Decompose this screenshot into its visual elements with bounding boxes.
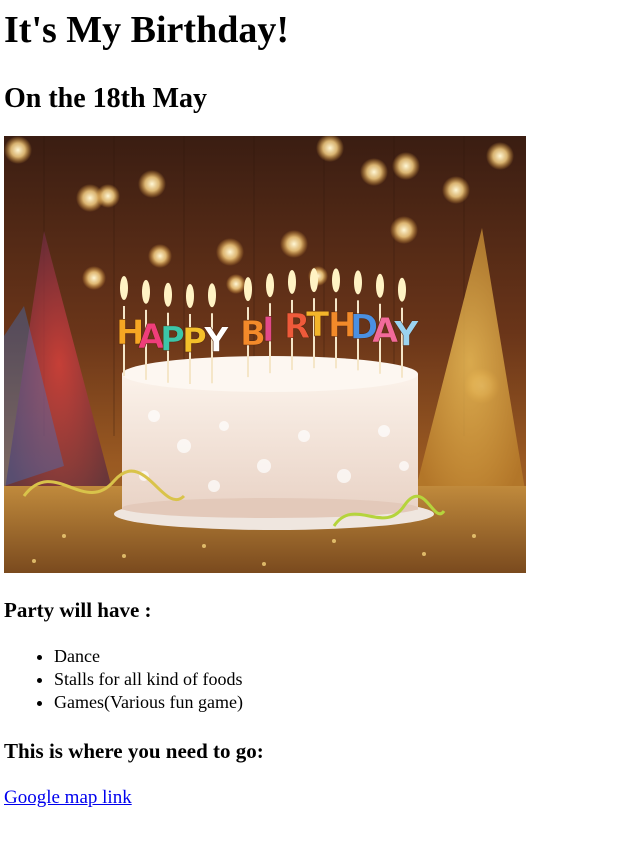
list-item: Dance (54, 645, 628, 668)
party-heading: Party will have : (4, 598, 152, 622)
page-title: It's My Birthday! (4, 9, 289, 51)
google-map-link[interactable]: Google map link (4, 786, 132, 810)
page: It's My Birthday! On the 18th May H A P … (0, 0, 632, 810)
birthday-cake-image: HAPPYBIRTHDAY (4, 136, 526, 573)
list-item: Stalls for all kind of foods (54, 668, 628, 691)
party-list: Dance Stalls for all kind of foods Games… (4, 645, 628, 714)
date-heading: On the 18th May (4, 83, 207, 114)
svg-text:Y: Y (393, 315, 419, 355)
svg-text:I: I (262, 310, 275, 350)
svg-text:Y: Y (203, 320, 229, 360)
location-heading: This is where you need to go: (4, 739, 264, 763)
svg-text:T: T (306, 305, 330, 345)
list-item: Games(Various fun game) (54, 691, 628, 714)
